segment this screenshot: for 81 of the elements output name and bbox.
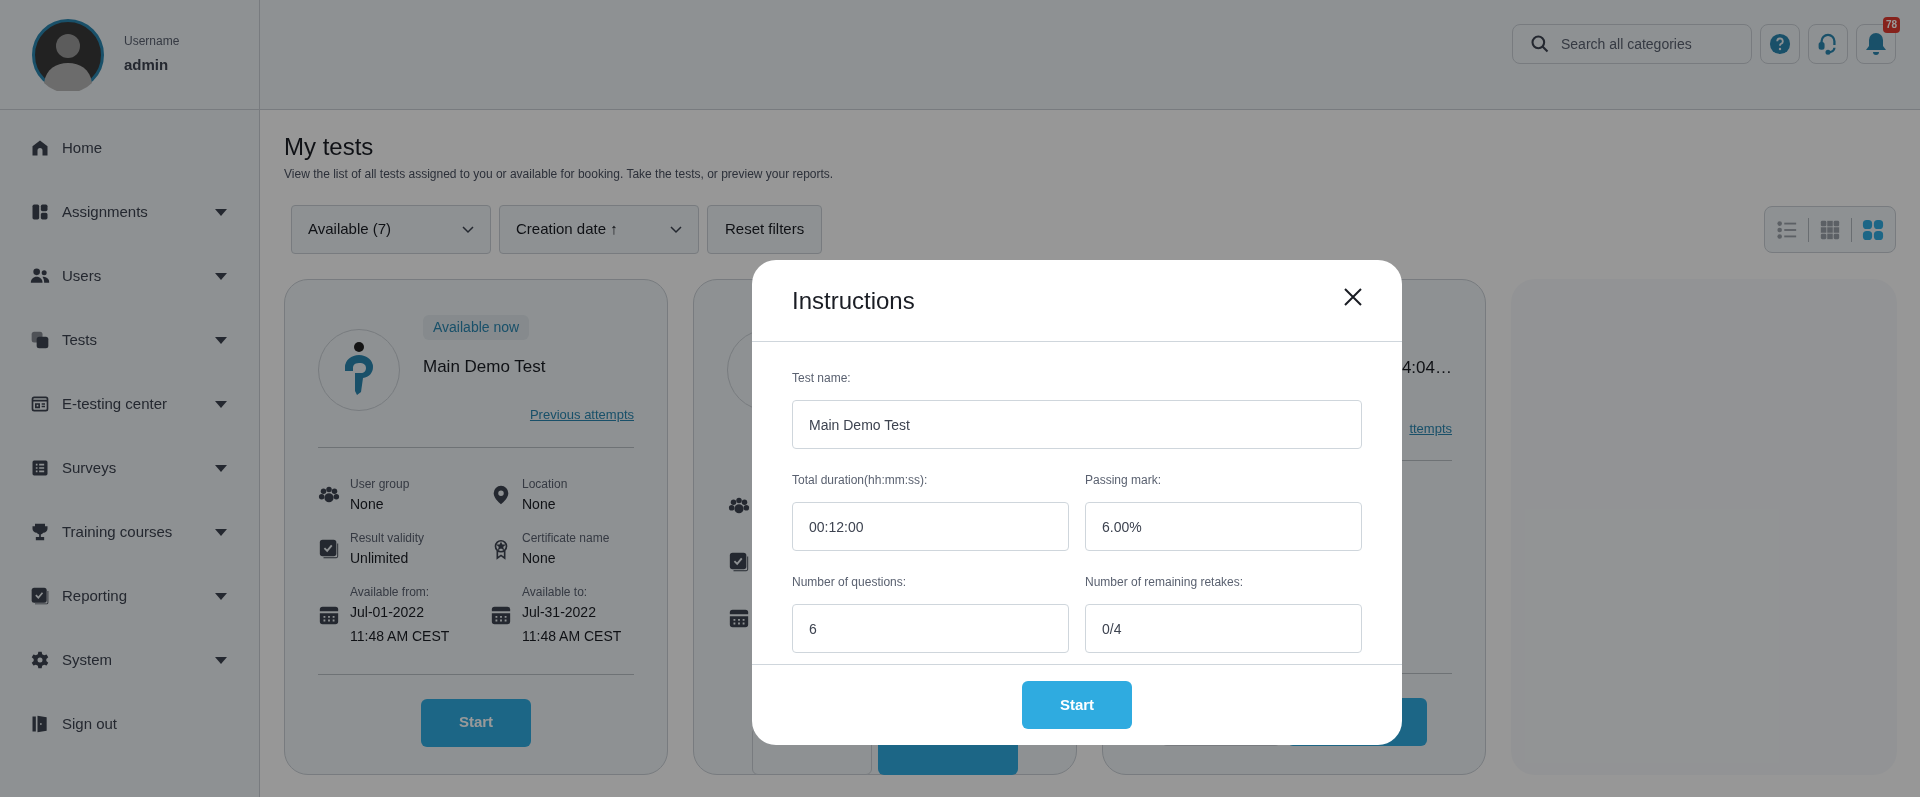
checked-document-icon: [30, 586, 50, 606]
field-label: Location: [522, 475, 568, 492]
bell-icon: [1865, 31, 1887, 56]
input-field[interactable]: 6.00%: [1085, 502, 1362, 551]
field-label: User group: [350, 475, 410, 492]
sidebar-item[interactable]: System: [0, 628, 259, 692]
dashboard-icon: [30, 202, 50, 222]
availability-badge: Available now: [423, 315, 530, 340]
field-time: 11:48 AM CEST: [350, 626, 450, 646]
gear-icon: [30, 650, 50, 670]
sidebar-item[interactable]: Training courses: [0, 500, 259, 564]
sidebar-item[interactable]: Tests: [0, 308, 259, 372]
caret-icon: [215, 336, 227, 344]
support-button[interactable]: [1808, 23, 1848, 64]
field-value: Jul-31-2022: [522, 602, 597, 622]
sidebar-item[interactable]: Sign out: [0, 692, 259, 756]
caret-icon: [215, 272, 227, 280]
dialog-title: Instructions: [792, 285, 915, 316]
previous-attempts-link[interactable]: Previous attempts: [529, 405, 634, 425]
field-value: None: [350, 494, 385, 514]
checked-document-icon: [318, 537, 340, 560]
field-value: Unlimited: [350, 548, 410, 568]
username: admin: [124, 55, 170, 76]
search-icon: [1530, 33, 1550, 54]
field-label: Number of questions:: [792, 574, 908, 590]
home-icon: [30, 138, 50, 158]
field-value: Jul-01-2022: [350, 602, 425, 622]
caret-icon: [215, 400, 227, 408]
sidebar-item[interactable]: Home: [0, 116, 259, 180]
input-field[interactable]: 00:12:00: [792, 502, 1069, 551]
trophy-icon: [30, 522, 50, 542]
input-field[interactable]: 6: [792, 604, 1069, 653]
page-title: My tests: [284, 132, 375, 162]
filter-dropdown[interactable]: Available (7): [291, 205, 491, 254]
id-card-icon: [30, 394, 50, 414]
sidebar-item[interactable]: Surveys: [0, 436, 259, 500]
notification-badge: 78: [1882, 16, 1900, 33]
chevron-down-icon: [670, 225, 682, 234]
caret-icon: [215, 208, 227, 216]
field-label: Available to:: [522, 583, 589, 600]
headset-icon: [1818, 32, 1838, 55]
help-button[interactable]: [1760, 23, 1800, 64]
sidebar-item[interactable]: Assignments: [0, 180, 259, 244]
reset-filters-button[interactable]: Reset filters: [707, 205, 823, 254]
page-subtitle: View the list of all tests assigned to you or available for booking. Take the tests, or preview your reports.: [284, 166, 835, 183]
field-label: Result validity: [350, 529, 425, 546]
sidebar-item[interactable]: Users: [0, 244, 259, 308]
checked-document-icon: [728, 551, 750, 573]
field-value: None: [522, 494, 557, 514]
chevron-down-icon: [462, 225, 474, 234]
test-title: 4:04…: [1401, 357, 1452, 379]
field-label: Total duration(hh:mm:ss):: [792, 472, 929, 488]
field-label: Available from:: [350, 583, 431, 600]
field-time: 11:48 AM CEST: [522, 626, 622, 646]
field-label: Passing mark:: [1085, 472, 1163, 488]
input-field[interactable]: 0/4: [1085, 604, 1362, 653]
door-icon: [30, 714, 50, 734]
field-value: None: [522, 548, 557, 568]
search-field[interactable]: Search all categories: [1512, 23, 1752, 64]
field-label: Test name:: [792, 370, 852, 386]
username-label: Username: [124, 33, 180, 51]
start-button[interactable]: Start: [1022, 681, 1132, 729]
caret-icon: [215, 656, 227, 664]
help-icon: [1769, 32, 1791, 55]
input-field[interactable]: Main Demo Test: [792, 400, 1362, 449]
field-label: Number of remaining retakes:: [1085, 574, 1245, 590]
user-avatar[interactable]: [32, 18, 104, 91]
list-icon: [30, 458, 50, 478]
test-title: Main Demo Test: [423, 356, 546, 378]
caret-icon: [215, 528, 227, 536]
view-mode-button[interactable]: [1861, 217, 1885, 242]
close-button[interactable]: [1342, 285, 1364, 308]
users-icon: [30, 266, 50, 286]
caret-icon: [215, 464, 227, 472]
previous-attempts-link[interactable]: ttempts: [1409, 418, 1452, 438]
sidebar-item[interactable]: Reporting: [0, 564, 259, 628]
caret-icon: [215, 592, 227, 600]
filter-dropdown[interactable]: Creation date ↑: [499, 205, 699, 254]
sidebar-item[interactable]: E-testing center: [0, 372, 259, 436]
calendar-icon: [728, 607, 750, 629]
field-label: Certificate name: [522, 529, 610, 546]
